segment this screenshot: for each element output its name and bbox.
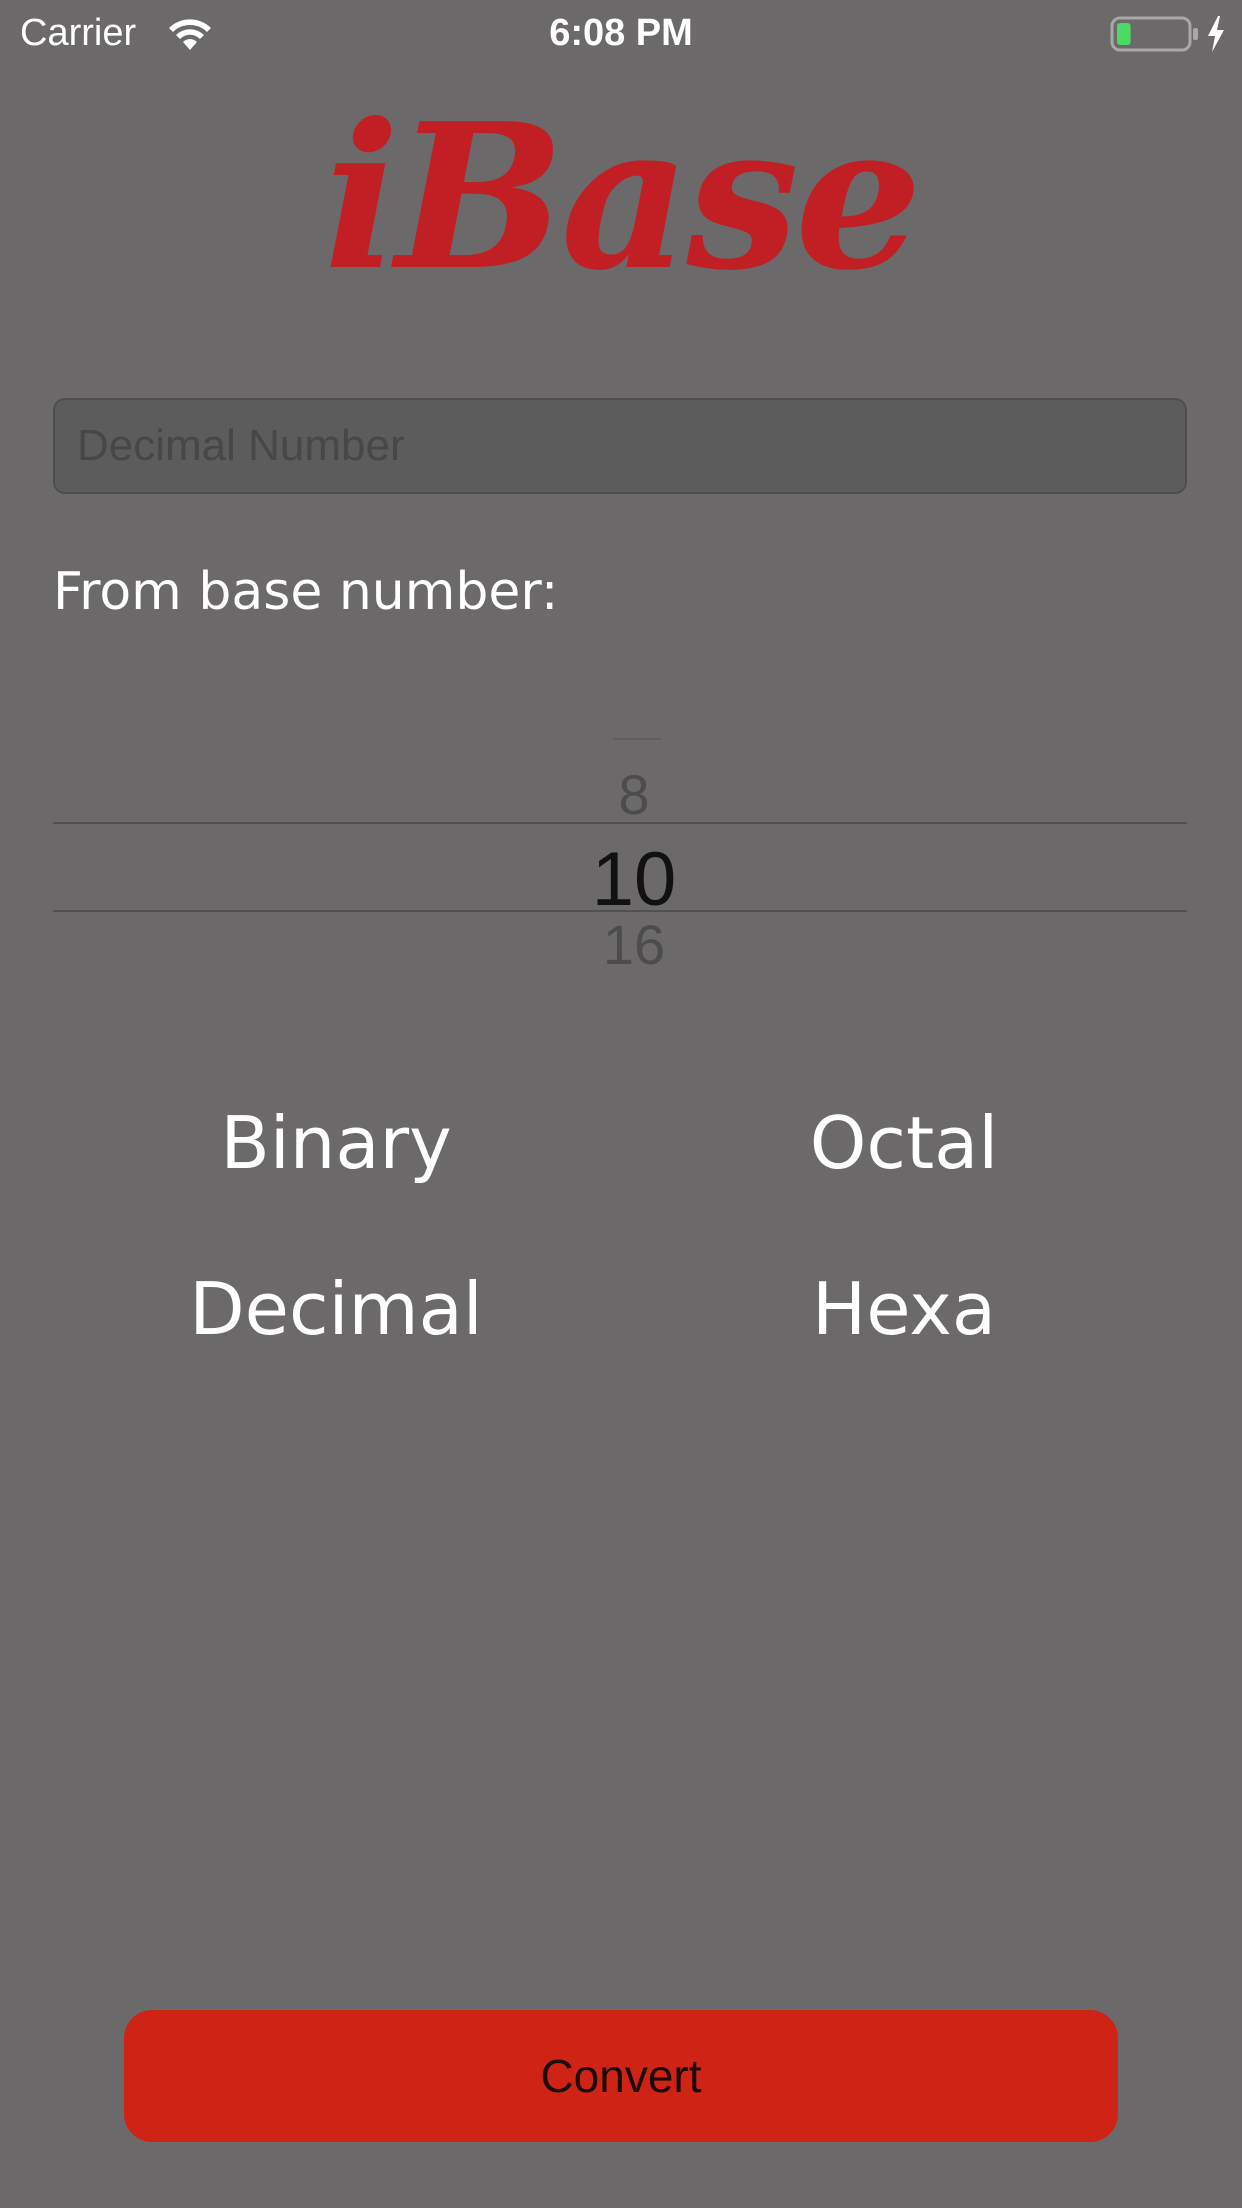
picker-faded-item [613, 738, 661, 740]
convert-button[interactable]: Convert [124, 2010, 1118, 2142]
battery-icon [1110, 16, 1198, 52]
picker-option-prev[interactable]: 8 [53, 760, 1215, 830]
picker-selection-line-top [53, 822, 1187, 824]
decimal-number-input[interactable] [53, 398, 1187, 494]
status-bar: Carrier 6:08 PM [0, 0, 1242, 66]
base-picker[interactable]: 8 10 16 [53, 720, 1187, 980]
binary-result: Binary [220, 1101, 452, 1185]
octal-result: Octal [809, 1101, 999, 1185]
hexa-result: Hexa [812, 1267, 996, 1351]
app-logo: iBase [323, 80, 922, 315]
picker-option-next[interactable]: 16 [53, 910, 1215, 980]
status-time: 6:08 PM [549, 12, 693, 54]
from-base-label: From base number: [53, 562, 559, 622]
charging-icon [1208, 16, 1224, 52]
decimal-result: Decimal [189, 1267, 483, 1351]
